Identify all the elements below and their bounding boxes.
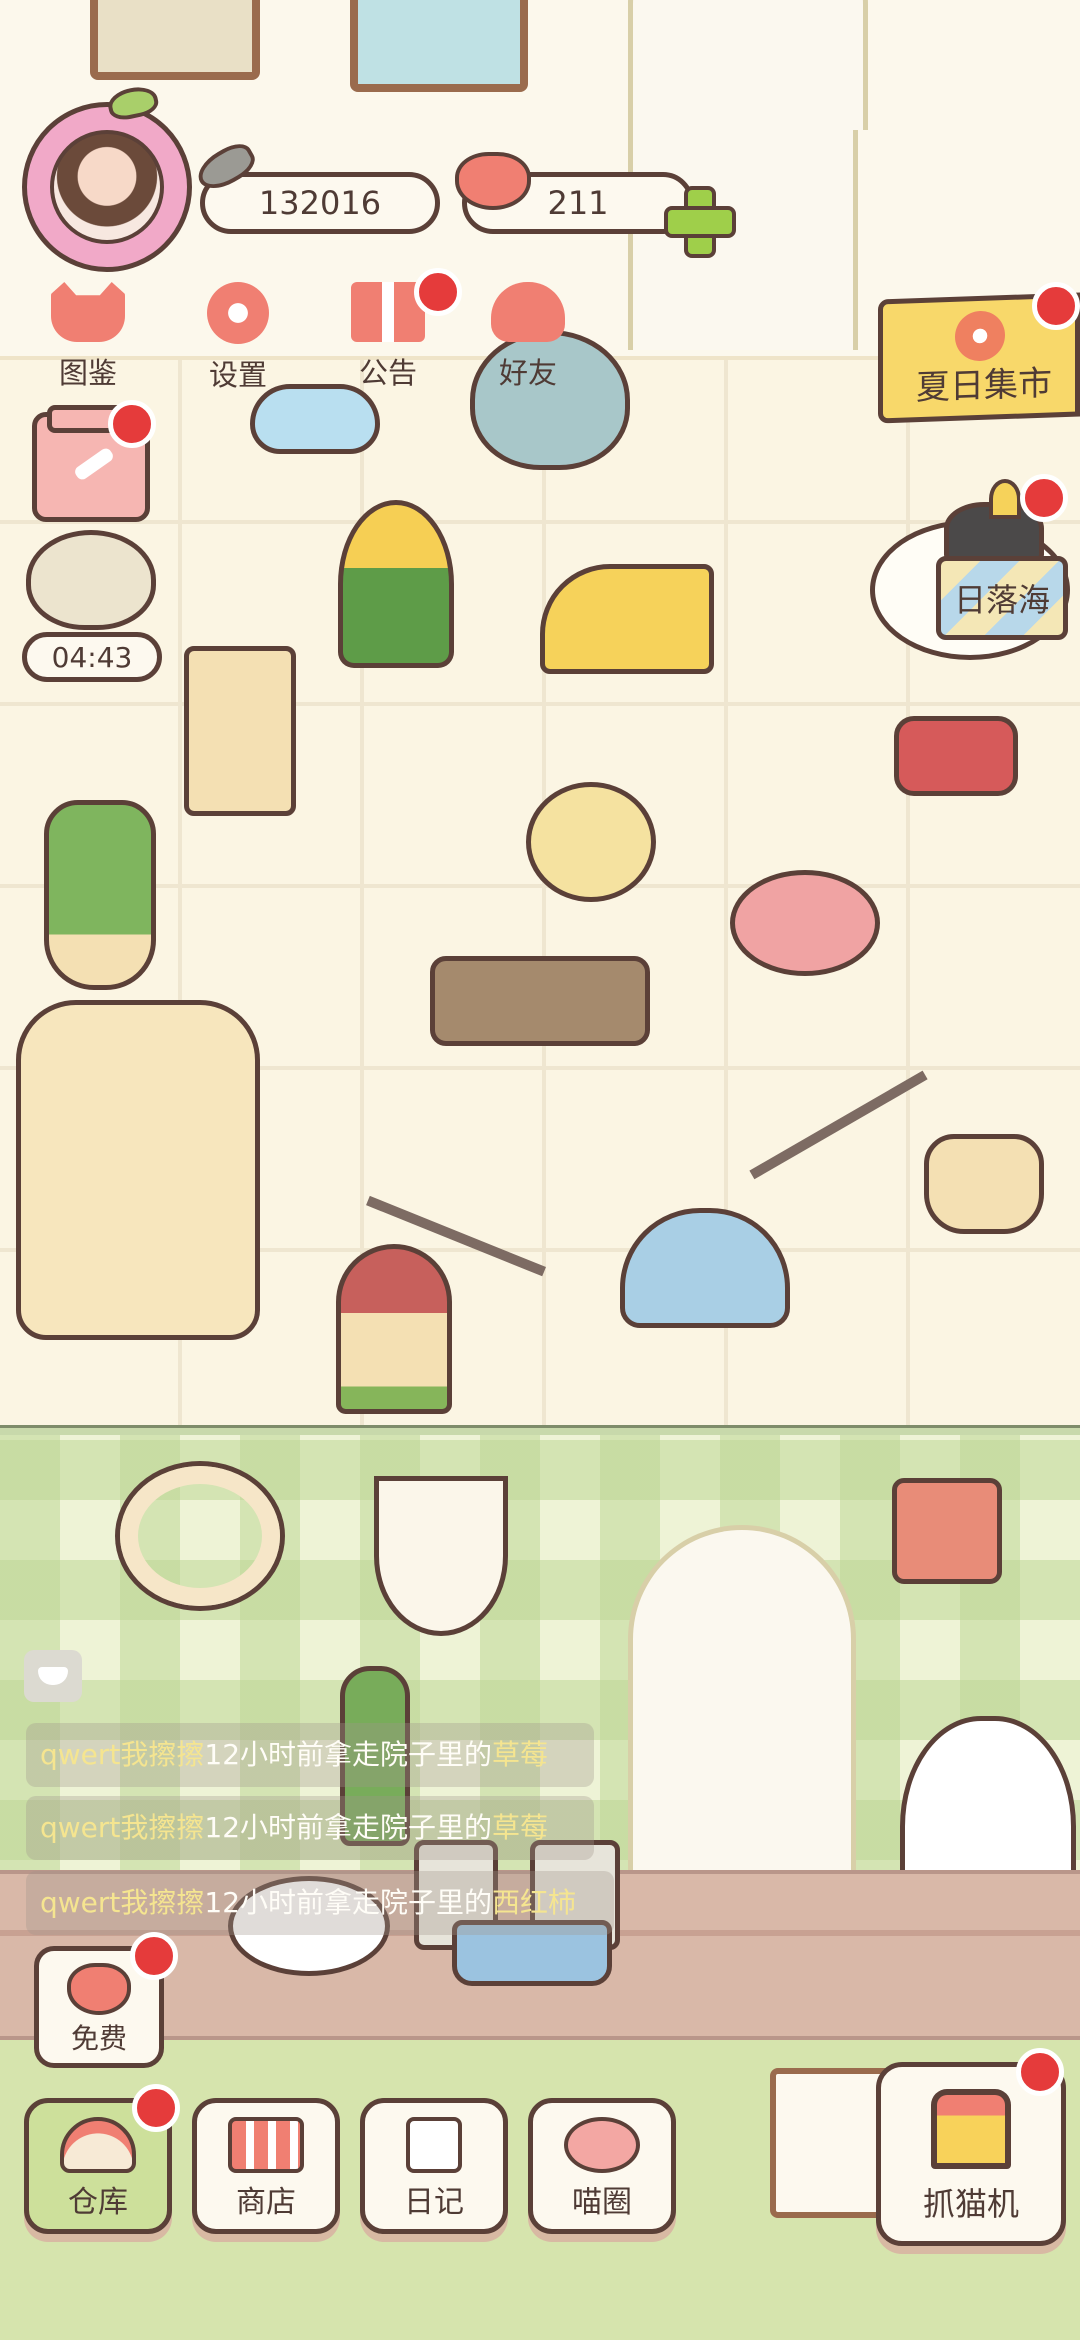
- scratch-pillar[interactable]: [184, 646, 296, 816]
- mouse-timer-icon[interactable]: [26, 530, 156, 630]
- diary-icon: [406, 2117, 462, 2173]
- claw-badge: [1016, 2048, 1064, 2096]
- friends-icon: [491, 282, 565, 342]
- cat-book-icon: [51, 282, 125, 342]
- note-badge: [108, 400, 156, 448]
- chat-text: 12小时前拿走院子里的: [204, 1886, 493, 1919]
- slide-toy[interactable]: [540, 564, 714, 674]
- cat-circle-button[interactable]: 喵圈: [528, 2098, 676, 2234]
- chat-message: qwert我擦擦12小时前拿走院子里的西红柿: [26, 1871, 614, 1935]
- sunset-badge: [1020, 474, 1068, 522]
- heart-count: 211: [547, 184, 609, 222]
- avatar-photo: [50, 130, 164, 244]
- timer-text: 04:43: [51, 640, 133, 674]
- croc-scratcher[interactable]: [430, 956, 650, 1046]
- warehouse-badge: [132, 2084, 180, 2132]
- red-bowl[interactable]: [894, 716, 1018, 796]
- add-hearts-button[interactable]: [664, 186, 736, 258]
- fish-count: 132016: [258, 184, 382, 222]
- yarn-basket[interactable]: [924, 1134, 1044, 1234]
- wall-frame-fish: [350, 0, 528, 92]
- menu-settings-label: 设置: [208, 358, 267, 392]
- mushroom-post[interactable]: [336, 1244, 452, 1414]
- doorway-arch-yard: [628, 1525, 856, 1875]
- flower-scratch-post[interactable]: [338, 500, 454, 668]
- room-floor-edge: [0, 1425, 1080, 1435]
- menu-settings-button[interactable]: 设置: [178, 282, 298, 402]
- shop-button[interactable]: 商店: [192, 2098, 340, 2234]
- heart-icon: [67, 1963, 131, 2015]
- chat-user: qwert我擦擦: [40, 1811, 205, 1844]
- claw-icon: [931, 2089, 1011, 2169]
- announcement-badge: [414, 268, 462, 316]
- shop-icon: [228, 2117, 304, 2173]
- warehouse-label: 仓库: [68, 2185, 128, 2220]
- chat-item: 草莓: [492, 1811, 549, 1844]
- hanging-tapestry[interactable]: [374, 1476, 508, 1636]
- flower-wreath[interactable]: [120, 1466, 280, 1606]
- diary-label: 日记: [404, 2185, 464, 2220]
- warehouse-icon: [60, 2117, 136, 2173]
- summer-market-label: 夏日集市: [916, 363, 1052, 409]
- chat-text: 12小时前拿走院子里的: [204, 1811, 493, 1844]
- menu-announcement-label: 公告: [358, 356, 417, 390]
- chat-user: qwert我擦擦: [40, 1738, 205, 1771]
- fish-currency[interactable]: 132016: [200, 172, 440, 234]
- cat-circle-label: 喵圈: [572, 2185, 632, 2220]
- chevron-down-icon: [38, 1667, 68, 1685]
- cat-planet-icon: [564, 2117, 640, 2173]
- market-badge: [1032, 282, 1080, 330]
- sunset-sea-label: 日落海: [953, 581, 1050, 619]
- chat-message: qwert我擦擦12小时前拿走院子里的草莓: [26, 1796, 594, 1860]
- chat-user: qwert我擦擦: [40, 1886, 205, 1919]
- free-label: 免费: [70, 2022, 127, 2055]
- moon-cat-tree[interactable]: [16, 1000, 260, 1340]
- heart-icon: [455, 152, 531, 210]
- yarn-balls[interactable]: [730, 870, 880, 976]
- player-avatar[interactable]: [22, 83, 192, 272]
- menu-friends-label: 好友: [498, 356, 557, 390]
- chat-item: 草莓: [492, 1738, 549, 1771]
- countdown-timer: 04:43: [22, 632, 162, 682]
- chat-text: 12小时前拿走院子里的: [204, 1738, 493, 1771]
- chat-item: 西红柿: [492, 1886, 577, 1919]
- claw-machine-label: 抓猫机: [922, 2185, 1019, 2223]
- sunset-sea-sign[interactable]: 日落海: [936, 556, 1068, 640]
- free-badge: [130, 1932, 178, 1980]
- menu-collection-label: 图鉴: [58, 356, 117, 390]
- shop-label: 商店: [236, 2185, 296, 2220]
- menu-collection-button[interactable]: 图鉴: [28, 282, 148, 402]
- wall-frame-left: [90, 0, 260, 80]
- chat-collapse-button[interactable]: [24, 1650, 82, 1702]
- menu-friends-button[interactable]: 好友: [468, 282, 588, 402]
- chat-message: qwert我擦擦12小时前拿走院子里的草莓: [26, 1723, 594, 1787]
- birdhouse[interactable]: [892, 1478, 1002, 1584]
- gear-icon: [207, 282, 269, 344]
- flower-icon: [955, 310, 1005, 362]
- diary-button[interactable]: 日记: [360, 2098, 508, 2234]
- cactus-post[interactable]: [44, 800, 156, 990]
- planet-ball-toy[interactable]: [526, 782, 656, 902]
